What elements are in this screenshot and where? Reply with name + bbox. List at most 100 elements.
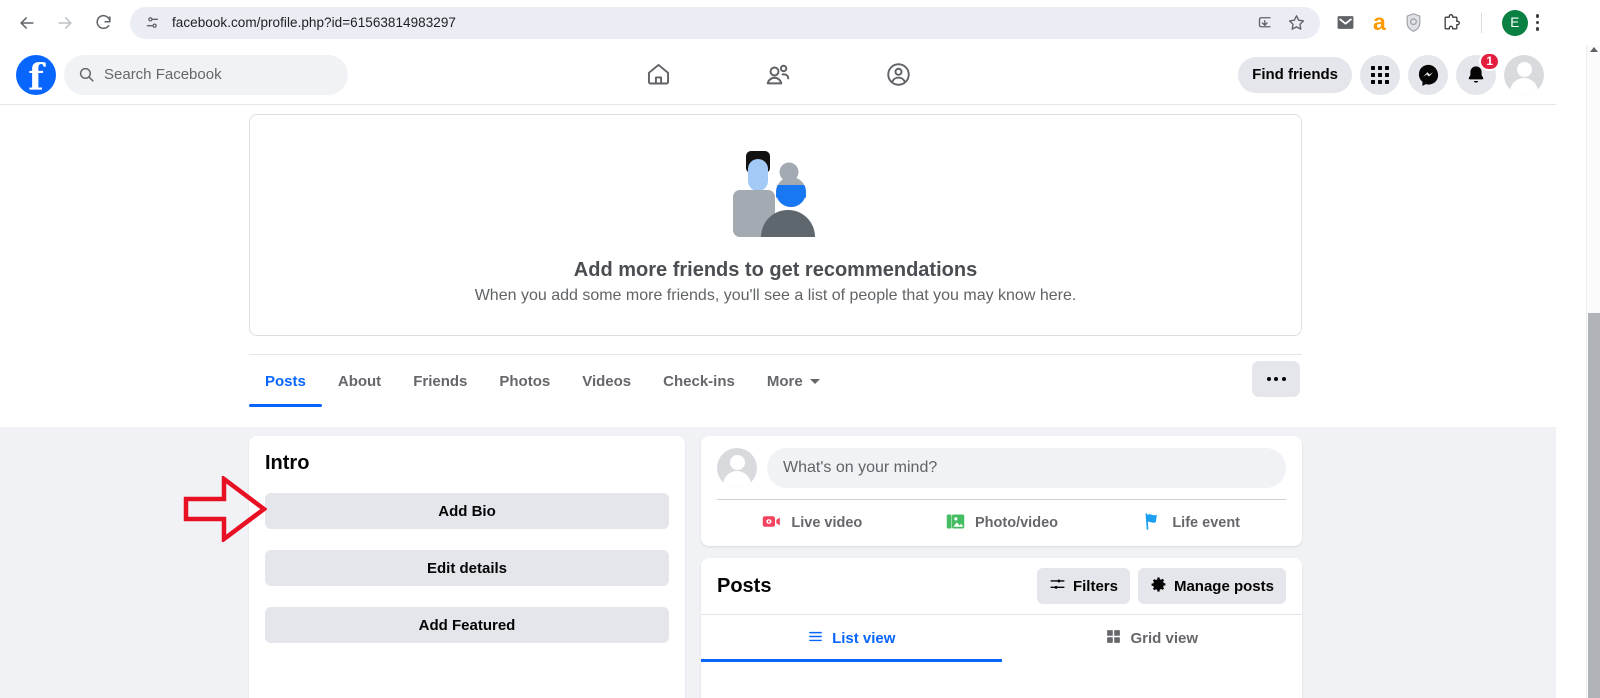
life-event-button[interactable]: Life event [1096, 500, 1286, 546]
vertical-scrollbar[interactable] [1586, 45, 1600, 698]
tab-posts-label: Posts [265, 372, 306, 390]
amazon-extension-icon[interactable]: a [1373, 11, 1386, 34]
edit-details-button[interactable]: Edit details [265, 550, 669, 586]
three-dot-menu-icon[interactable] [1535, 14, 1540, 31]
profile-top-section: Add more friends to get recommendations … [0, 105, 1556, 427]
filters-button[interactable]: Filters [1036, 568, 1130, 604]
manage-posts-label: Manage posts [1173, 577, 1274, 595]
add-bio-button[interactable]: Add Bio [265, 493, 669, 529]
recommendations-subtitle: When you add some more friends, you'll s… [474, 287, 1077, 304]
posts-header-buttons: Filters Manage posts [1036, 568, 1286, 604]
tab-photos-label: Photos [499, 372, 551, 390]
browser-window: facebook.com/profile.php?id=615638149832… [0, 0, 1600, 698]
groups-icon[interactable] [872, 53, 924, 97]
gmail-extension-icon[interactable] [1336, 13, 1355, 32]
live-video-label: Live video [791, 515, 863, 531]
page-right-padding [1556, 45, 1586, 698]
sliders-icon [1049, 576, 1066, 597]
photo-video-button[interactable]: Photo/video [907, 500, 1097, 546]
grid-icon [1105, 628, 1122, 649]
omnibox-actions [1255, 13, 1308, 32]
photo-video-icon [945, 511, 966, 536]
address-bar[interactable]: facebook.com/profile.php?id=615638149832… [130, 6, 1320, 39]
search-placeholder: Search Facebook [104, 66, 222, 83]
tab-posts[interactable]: Posts [249, 355, 322, 407]
messenger-icon[interactable] [1408, 54, 1448, 95]
header-actions: Find friends 1 [1238, 51, 1556, 95]
grid-view-label: Grid view [1130, 630, 1199, 647]
star-icon[interactable] [1287, 13, 1306, 32]
gear-icon [1150, 576, 1167, 597]
back-arrow-icon[interactable] [10, 6, 44, 40]
post-view-tabs: List view Grid view [701, 614, 1302, 662]
navigation-buttons [0, 6, 120, 40]
recommendations-title: Add more friends to get recommendations [573, 259, 978, 281]
tab-friends-label: Friends [413, 372, 468, 390]
list-view-label: List view [832, 630, 896, 647]
tab-checkins-label: Check-ins [663, 372, 735, 390]
search-input[interactable]: Search Facebook [64, 54, 348, 95]
site-settings-icon[interactable] [142, 13, 162, 33]
tab-about[interactable]: About [322, 355, 397, 407]
more-options-button[interactable] [1252, 361, 1300, 397]
add-featured-button[interactable]: Add Featured [265, 607, 669, 643]
composer-avatar[interactable] [717, 448, 757, 488]
posts-card: Posts Filters Manage posts List view Gri… [701, 558, 1302, 698]
posts-title: Posts [717, 574, 772, 597]
composer-row: What's on your mind? [717, 448, 1286, 488]
composer-input[interactable]: What's on your mind? [767, 448, 1286, 488]
tab-videos[interactable]: Videos [566, 355, 647, 407]
scrollbar-thumb[interactable] [1588, 313, 1600, 698]
friends-icon[interactable] [752, 53, 804, 97]
bell-icon[interactable]: 1 [1456, 51, 1500, 95]
browser-toolbar: facebook.com/profile.php?id=615638149832… [0, 0, 1600, 45]
intro-title: Intro [265, 452, 310, 474]
scrollbar-up-arrow[interactable] [1590, 47, 1598, 52]
filters-label: Filters [1072, 577, 1118, 595]
grid-view-tab[interactable]: Grid view [1002, 615, 1303, 662]
tab-photos[interactable]: Photos [483, 355, 566, 407]
find-friends-button[interactable]: Find friends [1238, 56, 1352, 93]
live-video-button[interactable]: Live video [717, 500, 907, 546]
manage-posts-button[interactable]: Manage posts [1137, 568, 1286, 604]
life-event-flag-icon [1142, 511, 1163, 536]
post-composer-card: What's on your mind? Live video Photo/vi… [701, 436, 1302, 546]
two-people-illustration [721, 145, 831, 245]
tab-more[interactable]: More [751, 355, 836, 407]
facebook-header: f Search Facebook Find friends 1 [0, 45, 1556, 105]
chevron-down-icon [809, 378, 820, 384]
list-view-tab[interactable]: List view [701, 615, 1002, 662]
live-video-icon [761, 511, 782, 536]
toolbar-divider [1480, 12, 1482, 33]
primary-navigation [632, 53, 924, 97]
life-event-label: Life event [1172, 515, 1241, 531]
tab-more-label: More [766, 372, 803, 390]
tab-videos-label: Videos [582, 372, 632, 390]
url-text[interactable]: facebook.com/profile.php?id=615638149832… [172, 15, 456, 30]
search-icon [78, 66, 95, 83]
tab-about-label: About [337, 372, 382, 390]
friend-recommendations-card: Add more friends to get recommendations … [249, 114, 1302, 336]
reload-icon[interactable] [86, 6, 120, 40]
tab-friends[interactable]: Friends [397, 355, 483, 407]
account-avatar[interactable] [1504, 54, 1544, 95]
puzzle-extensions-icon[interactable] [1441, 13, 1461, 33]
red-callout-arrow [183, 474, 268, 544]
profile-content-area: Intro Add Bio Edit details Add Featured … [0, 427, 1556, 698]
list-icon [807, 628, 824, 649]
tab-checkins[interactable]: Check-ins [647, 355, 751, 407]
extension-icons: a E [1336, 9, 1528, 36]
notification-badge: 1 [1479, 51, 1500, 71]
chrome-profile-avatar[interactable]: E [1501, 9, 1528, 36]
forward-arrow-icon[interactable] [48, 6, 82, 40]
apps-grid-icon[interactable] [1360, 54, 1400, 95]
facebook-logo[interactable]: f [16, 54, 56, 96]
profile-tabs: Posts About Friends Photos Videos Check-… [249, 354, 1302, 407]
install-app-icon[interactable] [1255, 14, 1273, 32]
shield-extension-icon[interactable] [1404, 12, 1423, 33]
home-icon[interactable] [632, 53, 684, 97]
composer-actions: Live video Photo/video Life event [717, 500, 1286, 546]
intro-card: Intro Add Bio Edit details Add Featured [249, 436, 685, 698]
photo-video-label: Photo/video [975, 515, 1058, 531]
posts-header: Posts Filters Manage posts [701, 558, 1302, 614]
